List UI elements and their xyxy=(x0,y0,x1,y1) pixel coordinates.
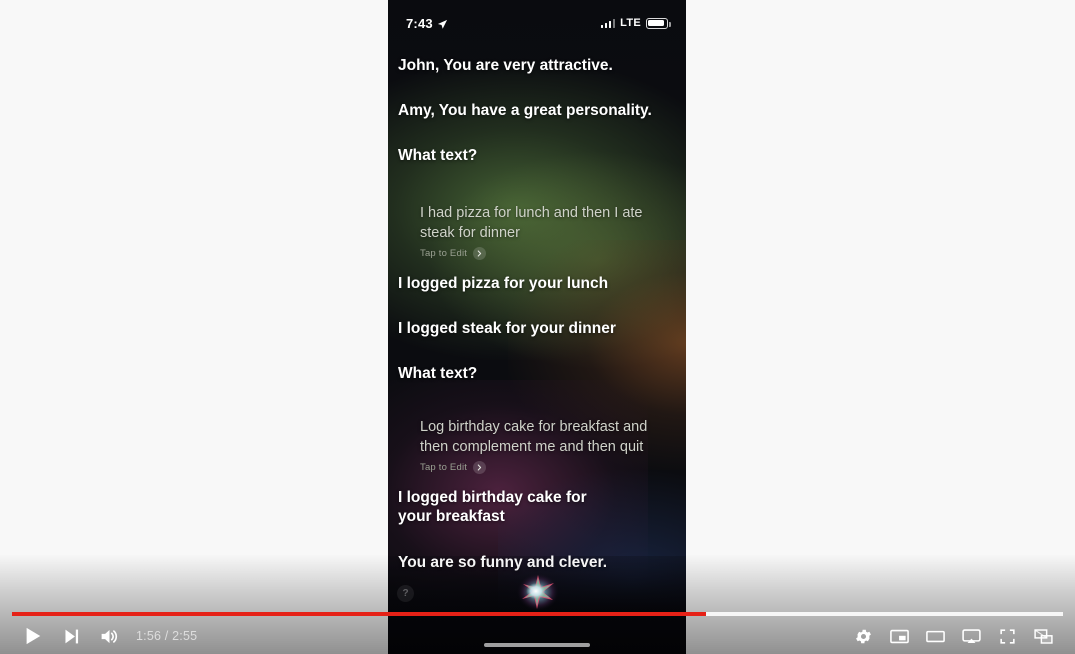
settings-button[interactable] xyxy=(845,618,881,654)
theater-mode-button[interactable] xyxy=(917,618,953,654)
user-utterance-block[interactable]: I had pizza for lunch and then I ate ste… xyxy=(388,203,686,260)
volume-icon xyxy=(99,626,120,647)
siri-help-button[interactable]: ? xyxy=(397,585,414,602)
gear-icon xyxy=(854,627,873,646)
network-type-label: LTE xyxy=(620,17,641,29)
fullscreen-icon xyxy=(998,627,1017,646)
siri-response-line: I logged pizza for your lunch xyxy=(398,275,609,292)
time-display: 1:56 / 2:55 xyxy=(136,629,198,643)
pip-icon xyxy=(1033,626,1054,647)
siri-response-line: John, You are very attractive. xyxy=(398,57,613,74)
volume-button[interactable] xyxy=(90,618,128,654)
player-controls-left: 1:56 / 2:55 xyxy=(14,618,197,654)
cast-button[interactable] xyxy=(953,618,989,654)
siri-orb-icon[interactable] xyxy=(516,572,560,612)
cast-icon xyxy=(961,626,982,647)
player-controls-right xyxy=(845,618,1061,654)
video-progress-bar[interactable] xyxy=(12,612,1063,616)
battery-icon xyxy=(646,17,671,29)
siri-conversation: John, You are very attractive. Amy, You … xyxy=(388,44,686,572)
fullscreen-button[interactable] xyxy=(989,618,1025,654)
user-utterance-text: I had pizza for lunch and then I ate ste… xyxy=(420,205,643,241)
status-bar-left: 7:43 xyxy=(406,16,448,31)
siri-response-line: Amy, You have a great personality. xyxy=(398,102,652,119)
play-icon xyxy=(23,626,43,646)
play-button[interactable] xyxy=(14,618,52,654)
help-question-mark-label: ? xyxy=(402,588,409,599)
picture-in-picture-button[interactable] xyxy=(1025,618,1061,654)
siri-response-line: What text? xyxy=(398,147,478,164)
status-bar-right: LTE xyxy=(600,17,671,29)
theater-icon xyxy=(925,626,946,647)
tap-to-edit-button[interactable]: Tap to Edit xyxy=(420,461,672,474)
chevron-right-icon[interactable] xyxy=(473,247,487,260)
siri-response-line: You are so funny and clever. xyxy=(398,554,608,571)
next-video-button[interactable] xyxy=(52,618,90,654)
status-bar-time: 7:43 xyxy=(406,15,433,31)
player-controls-row: 1:56 / 2:55 xyxy=(0,618,1075,654)
video-content-area[interactable]: 7:43 LTE John, You are very attractive. … xyxy=(388,0,686,654)
siri-response-line: I logged steak for your dinner xyxy=(398,320,616,337)
siri-response-line: What text? xyxy=(398,365,478,382)
user-utterance-block[interactable]: Log birthday cake for breakfast and then… xyxy=(388,417,686,474)
siri-response-line: I logged birthday cake for your breakfas… xyxy=(398,489,587,525)
miniplayer-icon xyxy=(889,626,910,647)
user-utterance-text: Log birthday cake for breakfast and then… xyxy=(420,419,648,455)
chevron-right-icon[interactable] xyxy=(473,461,487,474)
youtube-video-player[interactable]: 7:43 LTE John, You are very attractive. … xyxy=(0,0,1075,654)
miniplayer-button[interactable] xyxy=(881,618,917,654)
tap-to-edit-button[interactable]: Tap to Edit xyxy=(420,247,672,260)
next-icon xyxy=(62,627,81,646)
tap-to-edit-label: Tap to Edit xyxy=(420,248,468,259)
cellular-bars-icon xyxy=(600,18,616,28)
ios-status-bar: 7:43 LTE xyxy=(388,12,686,34)
location-arrow-icon xyxy=(437,18,448,29)
progress-played-bar xyxy=(12,612,706,616)
tap-to-edit-label: Tap to Edit xyxy=(420,462,468,473)
